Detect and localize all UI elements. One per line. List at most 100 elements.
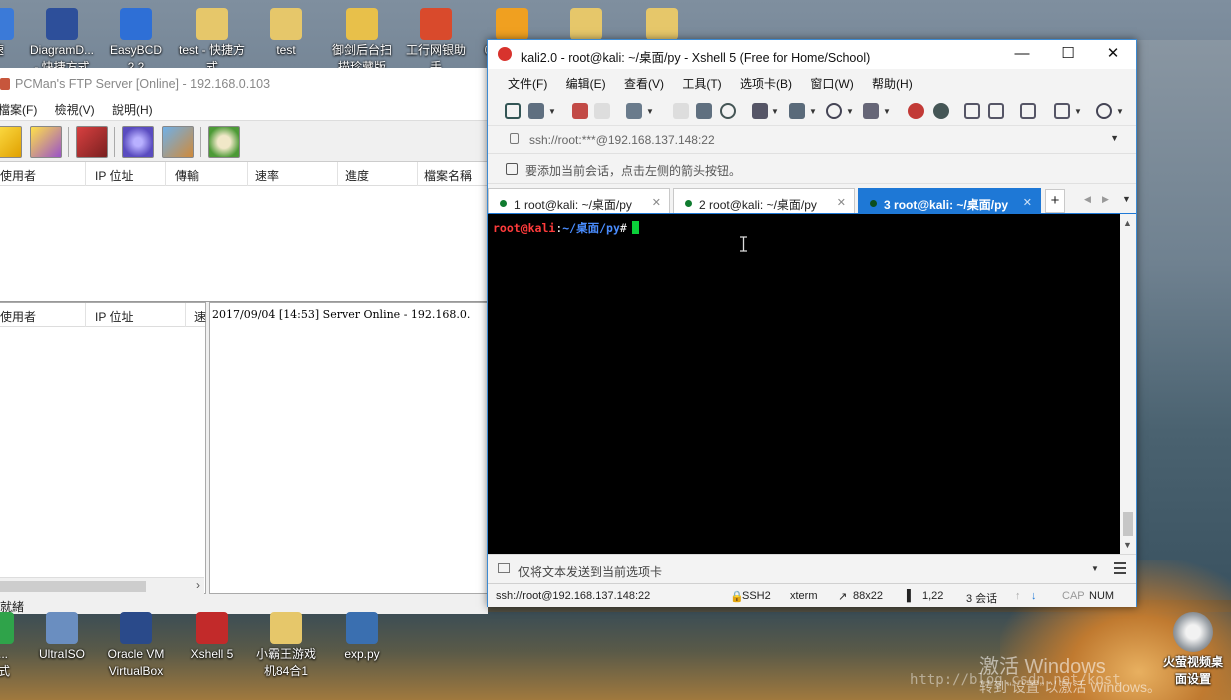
lock-icon[interactable] — [988, 103, 1004, 119]
add-icon[interactable] — [1054, 103, 1070, 119]
close-icon[interactable]: ✕ — [1023, 196, 1032, 209]
minimize-button[interactable]: — — [999, 43, 1045, 67]
arrow-up-icon[interactable]: ↑ — [1015, 590, 1021, 602]
col-rate[interactable]: 速率 — [255, 167, 279, 184]
maximize-button[interactable]: ☐ — [1045, 43, 1091, 67]
users-list-body[interactable] — [0, 186, 487, 302]
scroll-up-icon[interactable]: ▲ — [1123, 218, 1132, 228]
compose-bar[interactable]: 仅将文本发送到当前选项卡 ▼ — [488, 554, 1136, 582]
desktop-icon-xshell[interactable]: Xshell 5 — [174, 612, 250, 663]
help-icon[interactable] — [1096, 103, 1112, 119]
find-icon[interactable] — [720, 103, 736, 119]
xftp-icon[interactable] — [908, 103, 924, 119]
script-icon[interactable] — [933, 103, 949, 119]
menu-tools[interactable]: 工具(T) — [682, 75, 721, 92]
col-speed[interactable]: 速 — [194, 308, 206, 325]
address-bar[interactable]: ssh://root:***@192.168.137.148:22 ▼ — [488, 126, 1136, 153]
hammer-icon[interactable] — [76, 126, 108, 158]
new-session-icon[interactable] — [505, 103, 521, 119]
compose-bar-text[interactable]: 仅将文本发送到当前选项卡 — [518, 563, 662, 580]
add-tab-button[interactable]: + — [1045, 189, 1065, 213]
properties-icon[interactable] — [626, 103, 642, 119]
scrollbar-thumb[interactable] — [0, 581, 146, 592]
chevron-down-icon[interactable]: ▼ — [1074, 107, 1082, 116]
xshell-titlebar[interactable]: kali2.0 - root@kali: ~/桌面/py - Xshell 5 … — [488, 40, 1136, 69]
address-text[interactable]: ssh://root:***@192.168.137.148:22 — [529, 133, 715, 147]
terminal-area[interactable]: root@kali:~/桌面/py# — [488, 214, 1120, 554]
chevron-down-icon[interactable]: ▼ — [883, 107, 891, 116]
col-ip[interactable]: IP 位址 — [95, 308, 133, 325]
menu-icon[interactable] — [1114, 562, 1126, 574]
desktop-icon-ultraiso[interactable]: UltraISO — [24, 612, 100, 663]
tab-next-icon[interactable]: ▶ — [1102, 194, 1109, 205]
reconnect-icon[interactable] — [572, 103, 588, 119]
tab-list-icon[interactable]: ▼ — [1122, 194, 1131, 204]
chevron-down-icon[interactable]: ▼ — [1110, 133, 1119, 143]
menu-view[interactable]: 查看(V) — [624, 75, 664, 92]
col-filename[interactable]: 檔案名稱 — [424, 167, 472, 184]
chevron-down-icon[interactable]: ▼ — [548, 107, 556, 116]
transfer-icon[interactable] — [789, 103, 805, 119]
disconnect-icon[interactable] — [594, 103, 610, 119]
horizontal-scrollbar[interactable]: › — [0, 577, 204, 594]
scroll-down-icon[interactable]: ▼ — [1123, 540, 1132, 550]
fullscreen-icon[interactable] — [964, 103, 980, 119]
desktop-icon-virtualbox[interactable]: Oracle VM VirtualBox — [98, 612, 174, 680]
menu-edit[interactable]: 编辑(E) — [566, 75, 606, 92]
col-progress[interactable]: 進度 — [345, 167, 369, 184]
paste-icon[interactable] — [696, 103, 712, 119]
cross-icon[interactable] — [30, 126, 62, 158]
connections-list[interactable]: 使用者 IP 位址 速 › — [0, 302, 206, 594]
connections-list-header: 使用者 IP 位址 速 — [0, 303, 206, 327]
close-icon[interactable]: ✕ — [837, 196, 846, 209]
close-icon[interactable]: ✕ — [652, 196, 661, 209]
gear-icon[interactable] — [122, 126, 154, 158]
col-user[interactable]: 使用者 — [0, 308, 36, 325]
desktop-icon-exp-py[interactable]: exp.py — [324, 612, 400, 663]
tab-session-3[interactable]: 3 root@kali: ~/桌面/py ✕ — [858, 188, 1041, 215]
font-icon[interactable] — [863, 103, 879, 119]
chevron-down-icon[interactable]: ▼ — [809, 107, 817, 116]
tab-session-1[interactable]: 1 root@kali: ~/桌面/py ✕ — [488, 188, 670, 215]
open-folder-icon[interactable] — [528, 103, 544, 119]
menu-help[interactable]: 帮助(H) — [872, 75, 913, 92]
menu-tabs[interactable]: 选项卡(B) — [740, 75, 792, 92]
chevron-down-icon[interactable]: ▼ — [846, 107, 854, 116]
pcman-menu-file[interactable]: 檔案(F) — [0, 101, 37, 118]
lightning-icon[interactable] — [0, 126, 22, 158]
scrollbar-thumb[interactable] — [1123, 512, 1133, 536]
pcman-ftp-window[interactable]: PCMan's FTP Server [Online] - 192.168.0.… — [0, 68, 488, 614]
pcman-titlebar[interactable]: PCMan's FTP Server [Online] - 192.168.0.… — [0, 68, 487, 98]
terminal-scrollbar[interactable]: ▲ ▼ — [1120, 214, 1136, 554]
arrow-icon[interactable] — [506, 163, 518, 175]
chevron-down-icon[interactable]: ▼ — [646, 107, 654, 116]
pc-face-icon[interactable] — [208, 126, 240, 158]
desktop-icon-xiaobawang[interactable]: 小霸王游戏 机84合1 — [248, 612, 324, 680]
pcman-menu-help[interactable]: 說明(H) — [112, 101, 153, 118]
arrow-down-icon[interactable]: ↓ — [1031, 590, 1037, 602]
scroll-right-icon[interactable]: › — [196, 578, 200, 592]
keyboard-icon[interactable] — [1020, 103, 1036, 119]
pcman-menubar: 檔案(F) 檢視(V) 說明(H) — [0, 98, 487, 120]
pcman-menu-view[interactable]: 檢視(V) — [55, 101, 95, 118]
xshell-window[interactable]: kali2.0 - root@kali: ~/桌面/py - Xshell 5 … — [487, 39, 1137, 607]
desktop-icon-test[interactable]: test — [248, 8, 324, 59]
copy-icon[interactable] — [673, 103, 689, 119]
col-transfer[interactable]: 傳輸 — [175, 167, 199, 184]
close-button[interactable]: ✕ — [1090, 43, 1136, 67]
globe-icon[interactable] — [826, 103, 842, 119]
chevron-down-icon[interactable]: ▼ — [1091, 564, 1099, 573]
xshell-title: kali2.0 - root@kali: ~/桌面/py - Xshell 5 … — [521, 51, 871, 65]
desktop-icon-firefly-video[interactable]: 火萤视频桌 面设置 — [1155, 612, 1231, 688]
menu-window[interactable]: 窗口(W) — [810, 75, 853, 92]
status-size: 88x22 — [853, 590, 883, 602]
tab-session-2[interactable]: 2 root@kali: ~/桌面/py ✕ — [673, 188, 855, 215]
col-ip[interactable]: IP 位址 — [95, 167, 133, 184]
chevron-down-icon[interactable]: ▼ — [771, 107, 779, 116]
col-user[interactable]: 使用者 — [0, 167, 36, 184]
menu-file[interactable]: 文件(F) — [508, 75, 547, 92]
print-icon[interactable] — [752, 103, 768, 119]
tab-prev-icon[interactable]: ◀ — [1084, 194, 1091, 205]
chevron-down-icon[interactable]: ▼ — [1116, 107, 1124, 116]
user-icon[interactable] — [162, 126, 194, 158]
